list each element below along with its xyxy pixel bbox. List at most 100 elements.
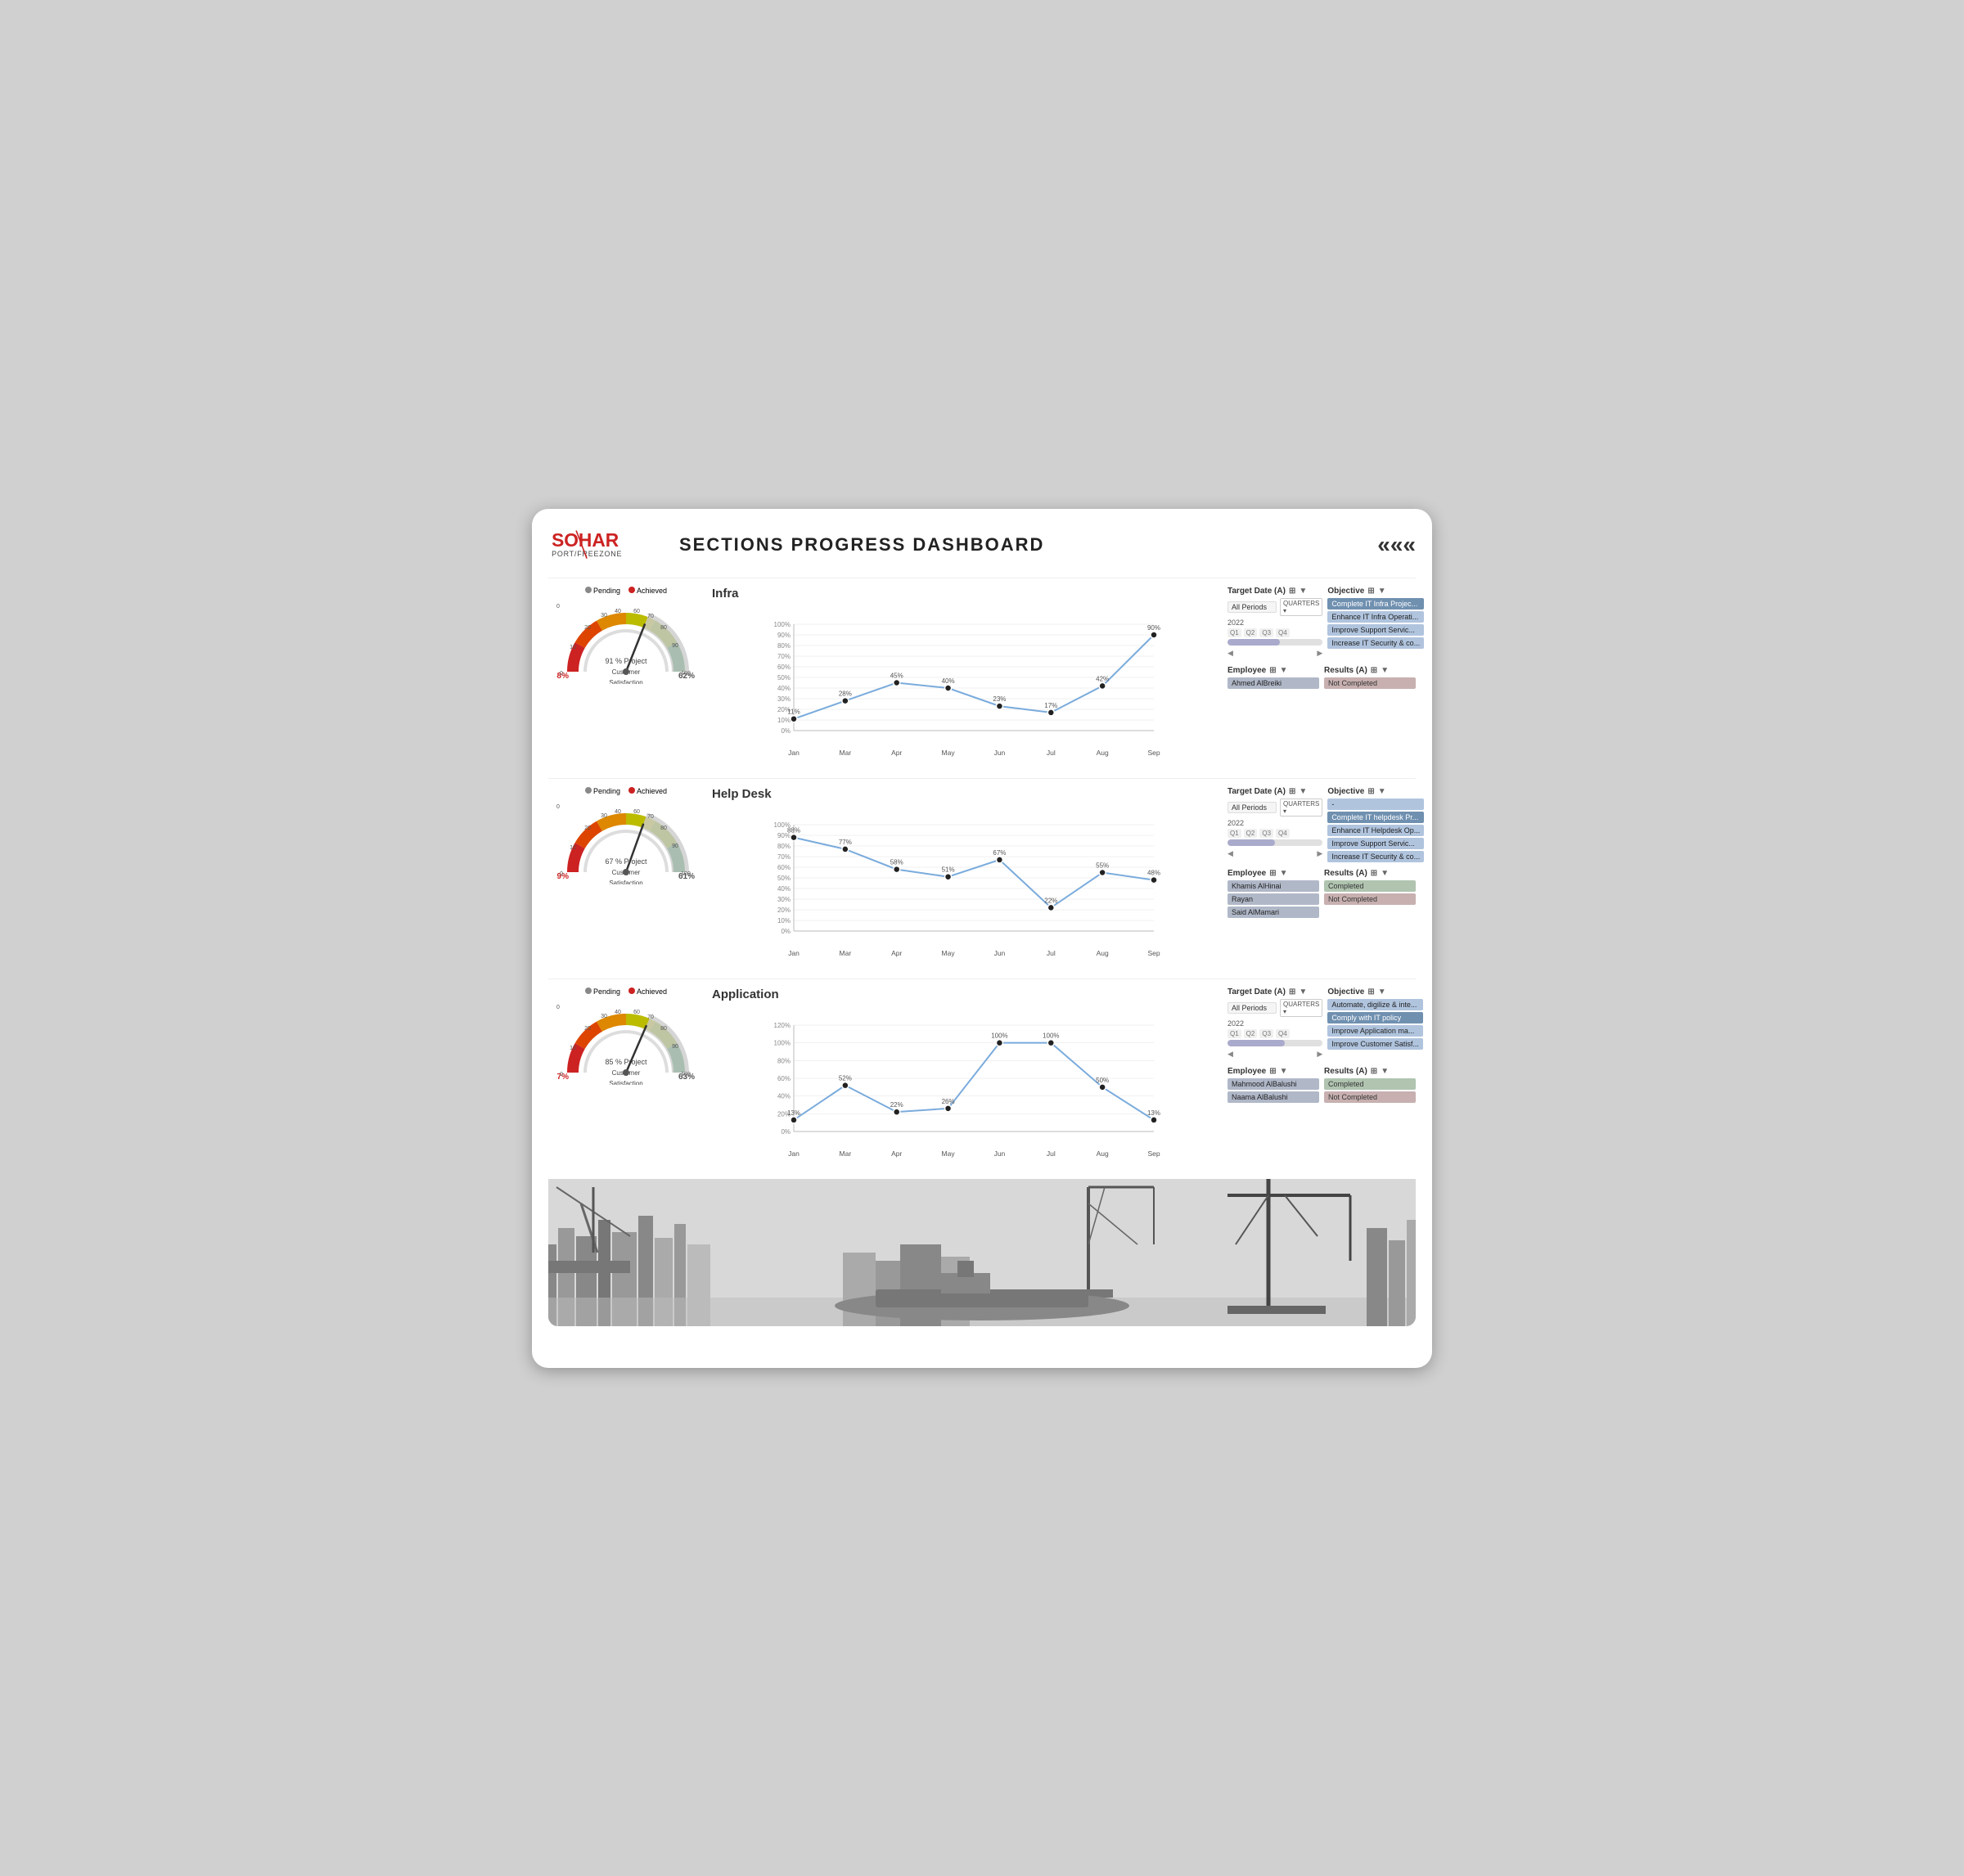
target-filter-icon[interactable]: ⊞ xyxy=(1289,787,1295,796)
svg-text:Apr: Apr xyxy=(891,949,902,957)
target-filter-icon[interactable]: ⊞ xyxy=(1289,587,1295,596)
back-button[interactable]: ««« xyxy=(1377,532,1416,558)
obj-filter-icon[interactable]: ⊞ xyxy=(1367,987,1374,996)
pending-legend: Pending xyxy=(585,987,620,996)
res-filter-icon[interactable]: ⊞ xyxy=(1371,666,1377,675)
emp-filter-icon[interactable]: ⊞ xyxy=(1269,869,1276,878)
quarters-dropdown[interactable]: QUARTERS ▾ xyxy=(1280,598,1322,616)
objective-item[interactable]: Improve Customer Satisf... xyxy=(1327,1038,1423,1050)
gauge-area-infra: Pending Achieved 91 % ProjectCustomerSat… xyxy=(548,587,704,688)
target-funnel-icon[interactable]: ▼ xyxy=(1299,987,1307,996)
svg-text:100: 100 xyxy=(681,1072,691,1077)
objective-item[interactable]: Improve Support Servic... xyxy=(1327,624,1424,636)
right-panel-application: Target Date (A) ⊞ ▼ All Periods QUARTERS… xyxy=(1228,987,1416,1104)
obj-funnel-icon[interactable]: ▼ xyxy=(1378,787,1386,796)
svg-text:May: May xyxy=(942,749,956,757)
svg-text:70%: 70% xyxy=(777,853,791,861)
scroll-right[interactable]: ▶ xyxy=(1317,649,1322,658)
svg-text:10: 10 xyxy=(570,645,576,650)
period-value[interactable]: All Periods xyxy=(1228,802,1277,813)
objective-item[interactable]: Improve Application ma... xyxy=(1327,1025,1423,1037)
quarters-dropdown[interactable]: QUARTERS ▾ xyxy=(1280,999,1322,1017)
objective-item[interactable]: Automate, digilize & inte... xyxy=(1327,999,1423,1010)
dashboard-title: SECTIONS PROGRESS DASHBOARD xyxy=(679,534,1044,556)
obj-funnel-icon[interactable]: ▼ xyxy=(1378,587,1386,596)
quarter-item[interactable]: Q1 xyxy=(1228,829,1241,838)
svg-text:51%: 51% xyxy=(942,866,955,874)
employee-item[interactable]: Mahmood AlBalushi xyxy=(1228,1078,1319,1090)
quarter-item[interactable]: Q2 xyxy=(1244,628,1258,637)
scroll-left[interactable]: ◀ xyxy=(1228,649,1233,658)
svg-text:50: 50 xyxy=(556,804,560,810)
objective-item[interactable]: Increase IT Security & co... xyxy=(1327,637,1424,649)
objective-item[interactable]: Improve Support Servic... xyxy=(1327,838,1424,849)
objective-item[interactable]: Complete IT helpdesk Pr... xyxy=(1327,812,1424,823)
emp-funnel-icon[interactable]: ▼ xyxy=(1280,1067,1288,1076)
objective-item[interactable]: Enhance IT Infra Operati... xyxy=(1327,611,1424,623)
section-title-infra: Infra xyxy=(712,587,1219,601)
emp-funnel-icon[interactable]: ▼ xyxy=(1280,666,1288,675)
svg-text:Sep: Sep xyxy=(1147,1149,1160,1158)
svg-text:45%: 45% xyxy=(890,673,903,680)
quarter-item[interactable]: Q3 xyxy=(1259,829,1273,838)
svg-text:85 % Project: 85 % Project xyxy=(605,1058,647,1066)
employee-results-row: Employee ⊞ ▼ Mahmood AlBalushiNaama AlBa… xyxy=(1228,1067,1416,1104)
objective-item[interactable]: Complete IT Infra Projec... xyxy=(1327,598,1424,610)
res-funnel-icon[interactable]: ▼ xyxy=(1381,1067,1389,1076)
svg-text:60: 60 xyxy=(633,809,640,815)
scroll-left[interactable]: ◀ xyxy=(1228,1050,1233,1059)
obj-filter-icon[interactable]: ⊞ xyxy=(1367,587,1374,596)
quarter-item[interactable]: Q1 xyxy=(1228,1029,1241,1038)
target-filter-icon[interactable]: ⊞ xyxy=(1289,987,1295,996)
svg-text:50: 50 xyxy=(556,1005,560,1010)
objective-item[interactable]: Increase IT Security & co... xyxy=(1327,851,1424,862)
employee-item[interactable]: Rayan xyxy=(1228,893,1319,905)
gauge-legend: Pending Achieved xyxy=(585,787,667,795)
quarter-item[interactable]: Q2 xyxy=(1244,1029,1258,1038)
scroll-right[interactable]: ▶ xyxy=(1317,849,1322,858)
svg-text:0: 0 xyxy=(560,1072,563,1077)
quarter-item[interactable]: Q1 xyxy=(1228,628,1241,637)
scroll-left[interactable]: ◀ xyxy=(1228,849,1233,858)
svg-text:10: 10 xyxy=(570,845,576,851)
obj-funnel-icon[interactable]: ▼ xyxy=(1378,987,1386,996)
objective-label: Objective ⊞ ▼ xyxy=(1327,987,1423,996)
objective-item[interactable]: - xyxy=(1327,799,1424,810)
year-label: 2022 xyxy=(1228,1019,1322,1028)
obj-filter-icon[interactable]: ⊞ xyxy=(1367,787,1374,796)
res-funnel-icon[interactable]: ▼ xyxy=(1381,869,1389,878)
quarter-item[interactable]: Q3 xyxy=(1259,1029,1273,1038)
svg-text:50: 50 xyxy=(556,604,560,610)
period-value[interactable]: All Periods xyxy=(1228,1002,1277,1014)
result-item: Not Completed xyxy=(1324,893,1416,905)
scroll-right[interactable]: ▶ xyxy=(1317,1050,1322,1059)
results-label: Results (A) ⊞ ▼ xyxy=(1324,1067,1416,1076)
res-filter-icon[interactable]: ⊞ xyxy=(1371,1067,1377,1076)
target-funnel-icon[interactable]: ▼ xyxy=(1299,787,1307,796)
target-date-col: Target Date (A) ⊞ ▼ All Periods QUARTERS… xyxy=(1228,987,1322,1062)
quarter-item[interactable]: Q2 xyxy=(1244,829,1258,838)
gauge-svg-application: 85 % ProjectCustomerSatisfaction 37% 63%… xyxy=(556,999,696,1089)
target-funnel-icon[interactable]: ▼ xyxy=(1299,587,1307,596)
emp-filter-icon[interactable]: ⊞ xyxy=(1269,1067,1276,1076)
quarter-item[interactable]: Q3 xyxy=(1259,628,1273,637)
period-value[interactable]: All Periods xyxy=(1228,601,1277,613)
emp-filter-icon[interactable]: ⊞ xyxy=(1269,666,1276,675)
quarters-dropdown[interactable]: QUARTERS ▾ xyxy=(1280,799,1322,817)
svg-text:60: 60 xyxy=(633,609,640,614)
emp-funnel-icon[interactable]: ▼ xyxy=(1280,869,1288,878)
quarter-item[interactable]: Q4 xyxy=(1276,829,1290,838)
employee-item[interactable]: Ahmed AlBreiki xyxy=(1228,677,1319,689)
svg-text:60%: 60% xyxy=(777,864,791,871)
objective-item[interactable]: Enhance IT Helpdesk Op... xyxy=(1327,825,1424,836)
employee-item[interactable]: Khamis AlHinai xyxy=(1228,880,1319,892)
res-funnel-icon[interactable]: ▼ xyxy=(1381,666,1389,675)
employee-item[interactable]: Said AlMamari xyxy=(1228,907,1319,918)
quarter-item[interactable]: Q4 xyxy=(1276,1029,1290,1038)
objective-item[interactable]: Comply with IT policy xyxy=(1327,1012,1423,1023)
chart-svg-infra: 0% 10% 20% 30% 40% 50% 60% 70% 80% 90% 1… xyxy=(712,604,1219,763)
quarter-item[interactable]: Q4 xyxy=(1276,628,1290,637)
employee-label: Employee ⊞ ▼ xyxy=(1228,1067,1319,1076)
res-filter-icon[interactable]: ⊞ xyxy=(1371,869,1377,878)
employee-item[interactable]: Naama AlBalushi xyxy=(1228,1091,1319,1103)
